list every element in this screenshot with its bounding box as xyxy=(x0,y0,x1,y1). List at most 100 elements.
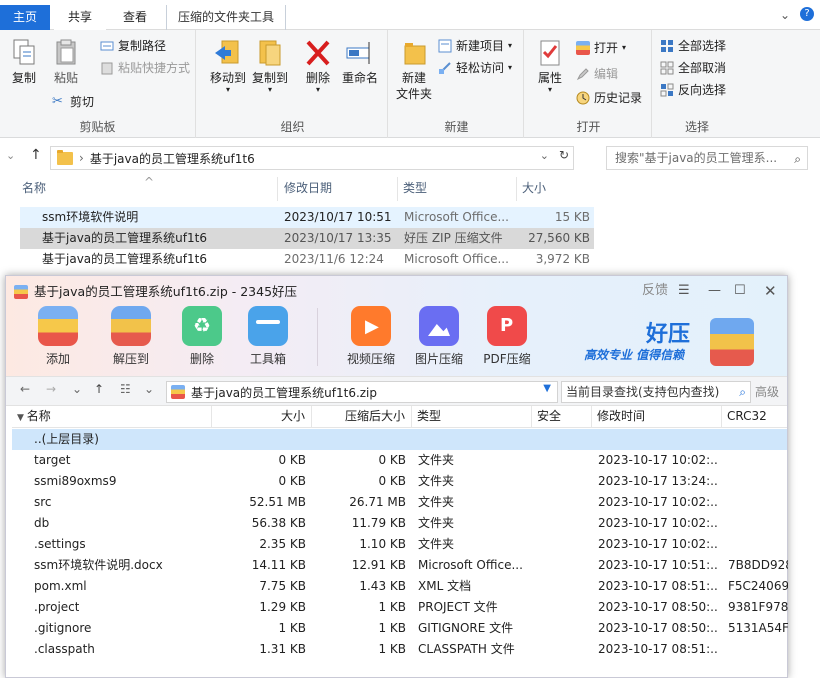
cut-button[interactable]: ✂ 剪切 xyxy=(52,92,94,112)
properties-icon xyxy=(540,40,560,66)
feedback-link[interactable]: 反馈 xyxy=(642,280,668,302)
archive-row[interactable]: src 52.51 MB 26.71 MB 文件夹 2023-10-17 10:02:.… xyxy=(12,492,787,513)
up-arrow-icon[interactable]: ↑ xyxy=(30,147,42,163)
file-name: 基于java的员工管理系统uf1t6 xyxy=(42,252,207,266)
view-mode-icon[interactable]: ☷ xyxy=(120,382,131,396)
hz-column-security[interactable]: 安全 xyxy=(532,406,592,428)
organize-group-label: 组织 xyxy=(280,120,305,134)
hz-column-modified[interactable]: 修改时间 xyxy=(592,406,722,428)
open-icon xyxy=(576,41,590,55)
copy-button[interactable]: 复制 xyxy=(2,34,46,86)
dropdown-icon[interactable]: ⌄ xyxy=(72,382,82,396)
new-item-icon xyxy=(438,39,452,53)
open-button[interactable]: 打开 ▾ xyxy=(576,38,626,58)
row-name: .settings xyxy=(34,537,86,551)
move-to-label: 移动到 xyxy=(209,71,246,85)
folder-icon xyxy=(57,149,73,165)
archive-row[interactable]: .settings 2.35 KB 1.10 KB 文件夹 2023-10-17 10:… xyxy=(12,534,787,555)
invert-selection-button[interactable]: 反向选择 xyxy=(660,80,726,100)
archive-row[interactable]: ssm环境软件说明.docx 14.11 KB 12.91 KB Microsoft … xyxy=(12,555,788,576)
file-size: 3,972 KB xyxy=(535,252,590,266)
edit-icon xyxy=(576,68,589,81)
add-icon xyxy=(38,306,78,346)
address-dropdown-icon[interactable]: ⌄ xyxy=(540,149,549,162)
advanced-button[interactable]: 高级 xyxy=(755,383,779,400)
copy-to-icon xyxy=(259,40,281,66)
row-type: CLASSPATH 文件 xyxy=(418,642,515,656)
add-button[interactable]: 添加 xyxy=(26,306,90,367)
row-name: ssmi89oxms9 xyxy=(34,474,117,488)
hz-column-packed[interactable]: 压缩后大小 xyxy=(312,406,412,428)
tab-compressed-tools[interactable]: 压缩的文件夹工具 xyxy=(166,5,286,30)
row-date: 2023-10-17 08:50:... xyxy=(598,600,718,614)
haozip-search-input[interactable]: 当前目录查找(支持包内查找) ⌕ xyxy=(561,381,751,403)
image-compress-button[interactable]: 图片压缩 xyxy=(404,306,474,367)
recent-locations-icon[interactable]: ⌄ xyxy=(6,149,15,162)
hz-column-size[interactable]: 大小 xyxy=(212,406,312,428)
archive-row[interactable]: .gitignore 1 KB 1 KB GITIGNORE 文件 2023-10-17… xyxy=(12,618,788,639)
file-row[interactable]: 基于java的员工管理系统uf1t6 2023/10/17 13:35 好压 Z… xyxy=(20,228,594,249)
back-arrow-icon[interactable]: ← xyxy=(20,382,30,396)
tab-home[interactable]: 主页 xyxy=(0,5,50,30)
select-all-button[interactable]: 全部选择 xyxy=(660,36,726,56)
file-row[interactable]: ssm环境软件说明 2023/10/17 10:51 Microsoft Off… xyxy=(20,207,594,228)
haozip-delete-button[interactable]: ♻ 删除 xyxy=(170,306,234,367)
column-name-label: 名称 xyxy=(22,181,47,195)
history-button[interactable]: 历史记录 xyxy=(576,88,642,108)
move-to-button[interactable]: 移动到 ▾ xyxy=(206,34,250,94)
row-size: 14.11 KB xyxy=(251,558,306,572)
column-size[interactable]: 大小 xyxy=(518,177,598,201)
close-icon[interactable]: ✕ xyxy=(764,280,777,302)
refresh-icon[interactable]: ↻ xyxy=(559,148,569,162)
paste-shortcut-button[interactable]: 粘贴快捷方式 xyxy=(100,58,190,78)
select-none-button[interactable]: 全部取消 xyxy=(660,58,726,78)
video-compress-button[interactable]: ▶ 视频压缩 xyxy=(336,306,406,367)
archive-row[interactable]: pom.xml 7.75 KB 1.43 KB XML 文档 2023-10-17 08… xyxy=(12,576,788,597)
copy-to-button[interactable]: 复制到 ▾ xyxy=(248,34,292,94)
hz-column-crc[interactable]: CRC32 xyxy=(722,406,787,428)
haozip-path-field[interactable]: 基于java的员工管理系统uf1t6.zip ▼ xyxy=(166,381,558,403)
select-group: 全部选择 全部取消 反向选择 选择 xyxy=(654,30,740,138)
menu-icon[interactable]: ☰ xyxy=(678,280,690,302)
rename-button[interactable]: 重命名 xyxy=(338,34,382,86)
tab-share[interactable]: 共享 xyxy=(54,5,106,30)
hz-column-type[interactable]: 类型 xyxy=(412,406,532,428)
hz-column-name[interactable]: ▼ 名称 xyxy=(12,406,212,428)
row-date: 2023-10-17 08:51:... xyxy=(598,642,718,656)
address-field[interactable]: › 基于java的员工管理系统uf1t6 ⌄ ↻ xyxy=(50,146,574,170)
view-dropdown-icon[interactable]: ⌄ xyxy=(144,382,154,396)
tab-view[interactable]: 查看 xyxy=(112,5,158,30)
parent-directory-row[interactable]: ..(上层目录) xyxy=(12,429,787,450)
edit-button[interactable]: 编辑 xyxy=(576,64,618,84)
column-name[interactable]: 名称 ^ xyxy=(18,175,278,201)
paste-button[interactable]: 粘贴 xyxy=(44,34,88,86)
row-date: 2023-10-17 10:02:... xyxy=(598,516,718,530)
search-input[interactable]: 搜索"基于java的员工管理系... ⌕ xyxy=(606,146,808,170)
path-dropdown-icon[interactable]: ▼ xyxy=(543,383,551,394)
column-modified[interactable]: 修改日期 xyxy=(280,177,398,201)
maximize-icon[interactable]: ☐ xyxy=(734,280,746,302)
pdf-compress-button[interactable]: P PDF压缩 xyxy=(472,306,542,367)
new-folder-button[interactable]: 新建 文件夹 xyxy=(392,34,436,102)
zip-icon xyxy=(171,385,185,399)
copy-path-button[interactable]: 复制路径 xyxy=(100,36,166,56)
help-icon[interactable]: ? xyxy=(800,7,814,21)
archive-row[interactable]: .project 1.29 KB 1 KB PROJECT 文件 2023-10-17 … xyxy=(12,597,788,618)
archive-row[interactable]: target 0 KB 0 KB 文件夹 2023-10-17 10:02:... xyxy=(12,450,787,471)
file-row[interactable]: 基于java的员工管理系统uf1t6 2023/11/6 12:24 Micro… xyxy=(20,249,594,270)
collapse-ribbon-icon[interactable]: ⌄ xyxy=(780,8,790,22)
archive-row[interactable]: ssmi89oxms9 0 KB 0 KB 文件夹 2023-10-17 13:24:.… xyxy=(12,471,787,492)
up-arrow-icon[interactable]: ↑ xyxy=(94,382,104,396)
row-date: 2023-10-17 08:51:... xyxy=(598,579,718,593)
delete-button[interactable]: 删除 ▾ xyxy=(296,34,340,94)
archive-row[interactable]: .classpath 1.31 KB 1 KB CLASSPATH 文件 2023-10… xyxy=(12,639,787,660)
easy-access-button[interactable]: 轻松访问 ▾ xyxy=(438,58,512,78)
minimize-icon[interactable]: — xyxy=(708,280,721,302)
new-item-button[interactable]: 新建项目 ▾ xyxy=(438,36,512,56)
extract-to-button[interactable]: 解压到 xyxy=(99,306,163,367)
column-type[interactable]: 类型 xyxy=(399,177,517,201)
properties-button[interactable]: 属性 ▾ xyxy=(528,34,572,94)
forward-arrow-icon[interactable]: → xyxy=(46,382,56,396)
archive-row[interactable]: db 56.38 KB 11.79 KB 文件夹 2023-10-17 10:02:..… xyxy=(12,513,787,534)
toolbox-button[interactable]: 工具箱 xyxy=(236,306,300,367)
